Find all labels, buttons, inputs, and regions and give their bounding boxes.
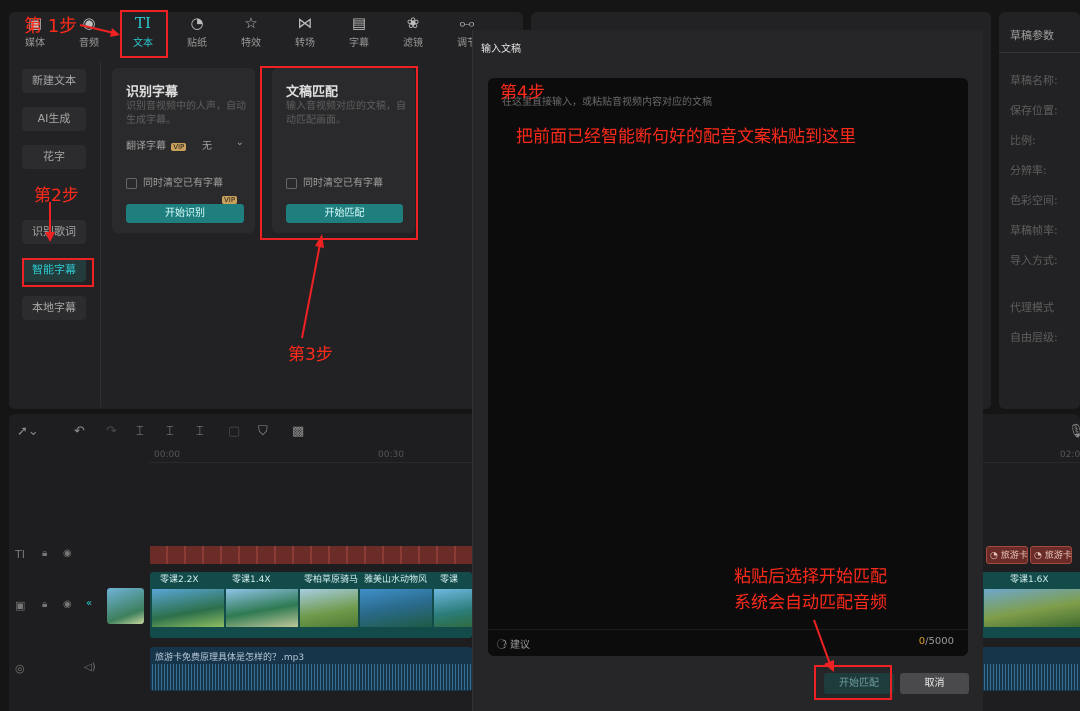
video-thumbnail: [434, 589, 472, 627]
step3-arrow: [301, 234, 324, 339]
marker-icon[interactable]: ⛉: [258, 424, 268, 439]
recognize-card-title: 识别字幕: [126, 85, 179, 100]
caption-icon: ▤: [351, 14, 367, 32]
step2-arrow: [45, 202, 55, 242]
match-hint-line1: 粘贴后选择开始匹配: [734, 567, 887, 587]
video-thumbnail: [226, 589, 298, 627]
transition-icon: ⋈: [297, 14, 313, 32]
split-left-icon[interactable]: ⌶: [166, 424, 174, 439]
cover-arrow-icon[interactable]: «: [86, 598, 92, 609]
video-thumbnail: [984, 589, 1080, 627]
start-recognize-button[interactable]: 开始识别: [126, 204, 244, 223]
audio-waveform: [984, 664, 1080, 690]
filter-icon: ❀: [406, 14, 420, 32]
video-track-icon: ▣: [15, 599, 26, 612]
ruler-tick: 00:30: [378, 450, 404, 460]
split-right-icon[interactable]: ⌶: [196, 424, 204, 439]
cover-thumbnail[interactable]: [107, 588, 144, 624]
microphone-icon[interactable]: 🎙: [1068, 424, 1080, 439]
script-textarea[interactable]: 在这里直接输入，或粘贴音视频内容对应的文稿 ?⃝ 建议 0/5000: [488, 78, 968, 656]
eye-icon[interactable]: ◉: [63, 548, 72, 559]
caption-track: [150, 546, 472, 564]
step3-label: 第3步: [288, 345, 333, 365]
audio-clip-label: 旅游卡免费原理具体是怎样的？.mp3: [155, 653, 305, 663]
recognize-clear-checkbox[interactable]: 同时清空已有字幕: [126, 174, 223, 189]
recognize-caption-card: 识别字幕 识别音视频中的人声，自动生成字幕。 翻译字幕 VIP 无 ⌄ 同时清空…: [112, 68, 255, 233]
param-color-space: 色彩空间:: [1010, 194, 1058, 207]
sidebar-item-fancy-text[interactable]: 花字: [22, 145, 86, 169]
effects-icon: ☆: [244, 14, 258, 32]
param-proxy-mode: 代理模式: [1010, 301, 1054, 314]
param-ratio: 比例:: [1010, 134, 1036, 147]
speaker-icon[interactable]: ◁): [84, 662, 96, 673]
sticker-icon: ◔: [190, 14, 204, 32]
vip-badge: VIP: [171, 143, 187, 151]
step1-highlight: [120, 10, 168, 58]
match-hint-line2: 系统会自动匹配音频: [734, 593, 887, 613]
video-thumbnail: [152, 589, 224, 627]
step1-arrow: [79, 24, 120, 37]
dialog-title: 输入文稿: [481, 44, 521, 55]
text-track-icon: TI: [15, 548, 25, 561]
toolbar-tab-sticker[interactable]: ◔ 贴纸: [173, 14, 221, 49]
draft-params-title: 草稿参数: [1010, 29, 1054, 42]
split-icon[interactable]: ⌶: [136, 424, 144, 439]
video-clip-label[interactable]: 零课1.6X: [1010, 573, 1078, 588]
ruler-tick: 00:00: [154, 450, 180, 460]
question-icon: ?⃝: [502, 640, 507, 651]
ruler-tick: 02:0: [1060, 450, 1080, 460]
audio-waveform: [152, 664, 472, 690]
video-clip-label[interactable]: 零课2.2X: [160, 573, 224, 588]
sidebar-item-ai-generate[interactable]: AI生成: [22, 107, 86, 131]
select-tool-icon[interactable]: ➚⌄: [17, 424, 39, 439]
translate-select[interactable]: 无 ⌄: [202, 137, 244, 152]
toolbar-tab-effects[interactable]: ☆ 特效: [227, 14, 275, 49]
redo-icon[interactable]: ↷: [106, 424, 117, 439]
toolbar-tab-filter[interactable]: ❀ 滤镜: [389, 14, 437, 49]
video-clip-label[interactable]: 零课: [440, 573, 472, 588]
checkbox-icon: [126, 177, 137, 189]
video-thumbnail: [360, 589, 432, 627]
caption-clip[interactable]: ◔ 旅游卡: [1030, 546, 1072, 564]
undo-icon[interactable]: ↶: [74, 424, 85, 439]
toolbar-tab-caption[interactable]: ▤ 字幕: [335, 14, 383, 49]
video-clip-label[interactable]: 雅美山水动物风: [364, 573, 432, 588]
textarea-footer-divider: [488, 629, 968, 630]
delete-icon[interactable]: ▢: [228, 424, 240, 439]
vip-badge: VIP: [222, 196, 238, 204]
screenshot-icon[interactable]: ▩: [292, 424, 304, 439]
step2-highlight: [22, 258, 94, 287]
param-resolution: 分辨率:: [1010, 164, 1047, 177]
paste-hint: 把前面已经智能断句好的配音文案粘贴到这里: [516, 127, 856, 147]
step4-label: 第4步: [500, 83, 545, 103]
chevron-down-icon: ⌄: [235, 137, 244, 148]
param-free-layer: 自由层级:: [1010, 331, 1058, 344]
cancel-button[interactable]: 取消: [900, 673, 969, 694]
recognize-card-desc: 识别音视频中的人声，自动生成字幕。: [126, 101, 246, 126]
sidebar-item-new-text[interactable]: 新建文本: [22, 69, 86, 93]
translate-row: 翻译字幕 VIP: [126, 141, 187, 152]
suggest-link[interactable]: ?⃝ 建议: [502, 636, 530, 651]
param-draft-name: 草稿名称:: [1010, 74, 1058, 87]
toolbar-tab-transition[interactable]: ⋈ 转场: [281, 14, 329, 49]
sidebar-item-local-caption[interactable]: 本地字幕: [22, 296, 86, 320]
eye-icon[interactable]: ◉: [63, 599, 72, 610]
param-frame-rate: 草稿帧率:: [1010, 224, 1058, 237]
lock-icon[interactable]: 🔒︎: [42, 548, 47, 559]
step1-label: 第 1步: [24, 16, 78, 37]
param-save-location: 保存位置:: [1010, 104, 1058, 117]
lock-icon[interactable]: 🔒︎: [42, 599, 47, 610]
char-counter: 0/5000: [918, 636, 954, 647]
video-thumbnail: [300, 589, 358, 627]
caption-clip[interactable]: ◔ 旅游卡: [986, 546, 1028, 564]
video-clip-label[interactable]: 零柏草原骑马: [304, 573, 360, 588]
video-clip-label[interactable]: 零课1.4X: [232, 573, 296, 588]
param-import-mode: 导入方式:: [1010, 254, 1058, 267]
audio-track-icon: ◎: [15, 662, 25, 675]
start-match-highlight: [814, 665, 892, 700]
step3-highlight: [260, 66, 418, 240]
params-divider: [999, 52, 1080, 53]
sidebar-divider: [100, 62, 101, 407]
